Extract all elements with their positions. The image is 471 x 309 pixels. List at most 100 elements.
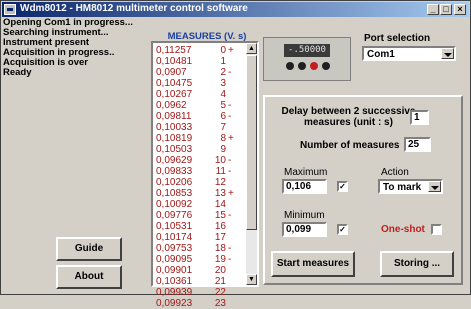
measure-value: 0,09629	[156, 155, 193, 166]
jack-icon	[286, 62, 294, 70]
measure-value: 0,10853	[156, 188, 193, 199]
measure-value: 0,09095	[156, 254, 193, 265]
measure-index: 1	[220, 56, 226, 67]
delay-label: Delay between 2 successive measures (uni…	[281, 106, 416, 128]
oneshot-checkbox[interactable]	[431, 224, 442, 235]
chevron-down-icon[interactable]	[428, 181, 441, 192]
measure-index: 2	[220, 67, 226, 78]
measures-list[interactable]: 0,11257 0 +0,10481 1 0,0907 2 - 0,10475 3 0,10267…	[151, 41, 259, 309]
measure-index: 16	[214, 221, 226, 232]
measure-row[interactable]: 0,09923 23	[156, 298, 240, 309]
measure-index: 23	[214, 298, 226, 309]
measure-index: 22	[214, 287, 226, 298]
measure-row[interactable]: 0,09939 22	[156, 287, 240, 298]
count-label: Number of measures	[300, 140, 400, 151]
chevron-down-icon[interactable]	[441, 48, 454, 59]
measure-flag: -	[228, 210, 232, 221]
measure-value: 0,10475	[156, 78, 193, 89]
scroll-thumb[interactable]	[246, 55, 257, 230]
minimum-input[interactable]: 0,099	[282, 222, 327, 237]
measure-flag: -	[228, 243, 232, 254]
about-button[interactable]: About	[56, 265, 122, 289]
measure-row[interactable]: 0,10531 16	[156, 221, 240, 232]
maximize-button[interactable]: □	[440, 4, 452, 15]
action-select-value: To mark	[383, 182, 422, 193]
measure-value: 0,11257	[156, 45, 192, 56]
maximum-checkbox[interactable]: ✓	[337, 181, 348, 192]
measure-value: 0,09901	[156, 265, 193, 276]
measure-value: 0,09923	[156, 298, 193, 309]
measure-row[interactable]: 0,09629 10-	[156, 155, 240, 166]
maximum-input[interactable]: 0,106	[282, 179, 327, 194]
measure-index: 7	[220, 122, 226, 133]
action-select[interactable]: To mark	[378, 179, 443, 194]
measure-row[interactable]: 0,10033 7	[156, 122, 240, 133]
guide-button[interactable]: Guide	[56, 237, 122, 261]
start-measures-button[interactable]: Start measures	[271, 251, 355, 277]
measure-value: 0,09833	[156, 166, 193, 177]
measure-index: 9	[220, 144, 226, 155]
scroll-up-button[interactable]: ▲	[246, 43, 257, 54]
delay-label-line1: Delay between 2 successive	[281, 106, 416, 117]
measure-row[interactable]: 0,0907 2-	[156, 67, 240, 78]
measure-row[interactable]: 0,10853 13 +	[156, 188, 240, 199]
jack-icon	[298, 62, 306, 70]
oneshot-label: One-shot	[381, 224, 425, 235]
measure-row[interactable]: 0,10092 14	[156, 199, 240, 210]
measure-value: 0,0907	[156, 67, 187, 78]
measure-value: 0,0962	[156, 100, 187, 111]
measure-value: 0,09939	[156, 287, 193, 298]
measure-value: 0,10033	[156, 122, 193, 133]
measure-index: 13	[214, 188, 226, 199]
main-window: Wdm8012 - HM8012 multimeter control soft…	[0, 0, 471, 309]
title-bar[interactable]: Wdm8012 - HM8012 multimeter control soft…	[2, 2, 469, 17]
measure-value: 0,09811	[156, 111, 192, 122]
measure-flag: -	[228, 155, 232, 166]
measure-row[interactable]: 0,10475 3	[156, 78, 240, 89]
window-title: Wdm8012 - HM8012 multimeter control soft…	[20, 3, 248, 14]
measure-value: 0,10092	[156, 199, 193, 210]
jack-icon	[310, 62, 318, 70]
measure-flag: -	[228, 166, 232, 177]
scroll-down-button[interactable]: ▼	[246, 274, 257, 285]
measure-row[interactable]: 0,0962 5-	[156, 100, 240, 111]
measure-index: 6	[220, 111, 226, 122]
delay-input[interactable]: 1	[410, 110, 429, 125]
multimeter-display: -.50000	[284, 44, 330, 57]
measure-row[interactable]: 0,10267 4	[156, 89, 240, 100]
minimum-checkbox[interactable]: ✓	[337, 224, 348, 235]
port-select[interactable]: Com1	[362, 46, 456, 61]
measure-row[interactable]: 0,10361 21	[156, 276, 240, 287]
port-select-value: Com1	[367, 49, 395, 60]
measure-row[interactable]: 0,11257 0 +	[156, 45, 240, 56]
storing-button[interactable]: Storing ...	[380, 251, 454, 277]
measure-row[interactable]: 0,10819 8 +	[156, 133, 240, 144]
close-button[interactable]: ×	[454, 4, 466, 15]
measure-value: 0,10206	[156, 177, 193, 188]
minimum-label: Minimum	[284, 210, 325, 221]
status-line: Ready	[3, 67, 32, 78]
measures-scrollbar[interactable]: ▲ ▼	[246, 43, 257, 285]
measure-index: 20	[214, 265, 226, 276]
port-selection-label: Port selection	[364, 33, 431, 44]
measure-index: 3	[220, 78, 226, 89]
measure-flag: +	[228, 45, 234, 56]
measure-row[interactable]: 0,09833 11-	[156, 166, 240, 177]
measure-row[interactable]: 0,10503 9	[156, 144, 240, 155]
measure-flag: -	[228, 111, 232, 122]
measure-row[interactable]: 0,09776 15-	[156, 210, 240, 221]
measure-index: 11	[215, 166, 226, 177]
measure-row[interactable]: 0,10481 1	[156, 56, 240, 67]
measure-row[interactable]: 0,09901 20	[156, 265, 240, 276]
measure-row[interactable]: 0,09753 18-	[156, 243, 240, 254]
measure-index: 19	[214, 254, 226, 265]
measure-row[interactable]: 0,09095 19-	[156, 254, 240, 265]
app-icon	[4, 4, 16, 15]
measure-row[interactable]: 0,10206 12	[156, 177, 240, 188]
measure-flag: -	[228, 254, 232, 265]
jack-icon	[322, 62, 330, 70]
count-input[interactable]: 25	[404, 137, 431, 152]
measure-row[interactable]: 0,10174 17	[156, 232, 240, 243]
minimize-button[interactable]: _	[427, 4, 439, 15]
measure-row[interactable]: 0,09811 6-	[156, 111, 240, 122]
